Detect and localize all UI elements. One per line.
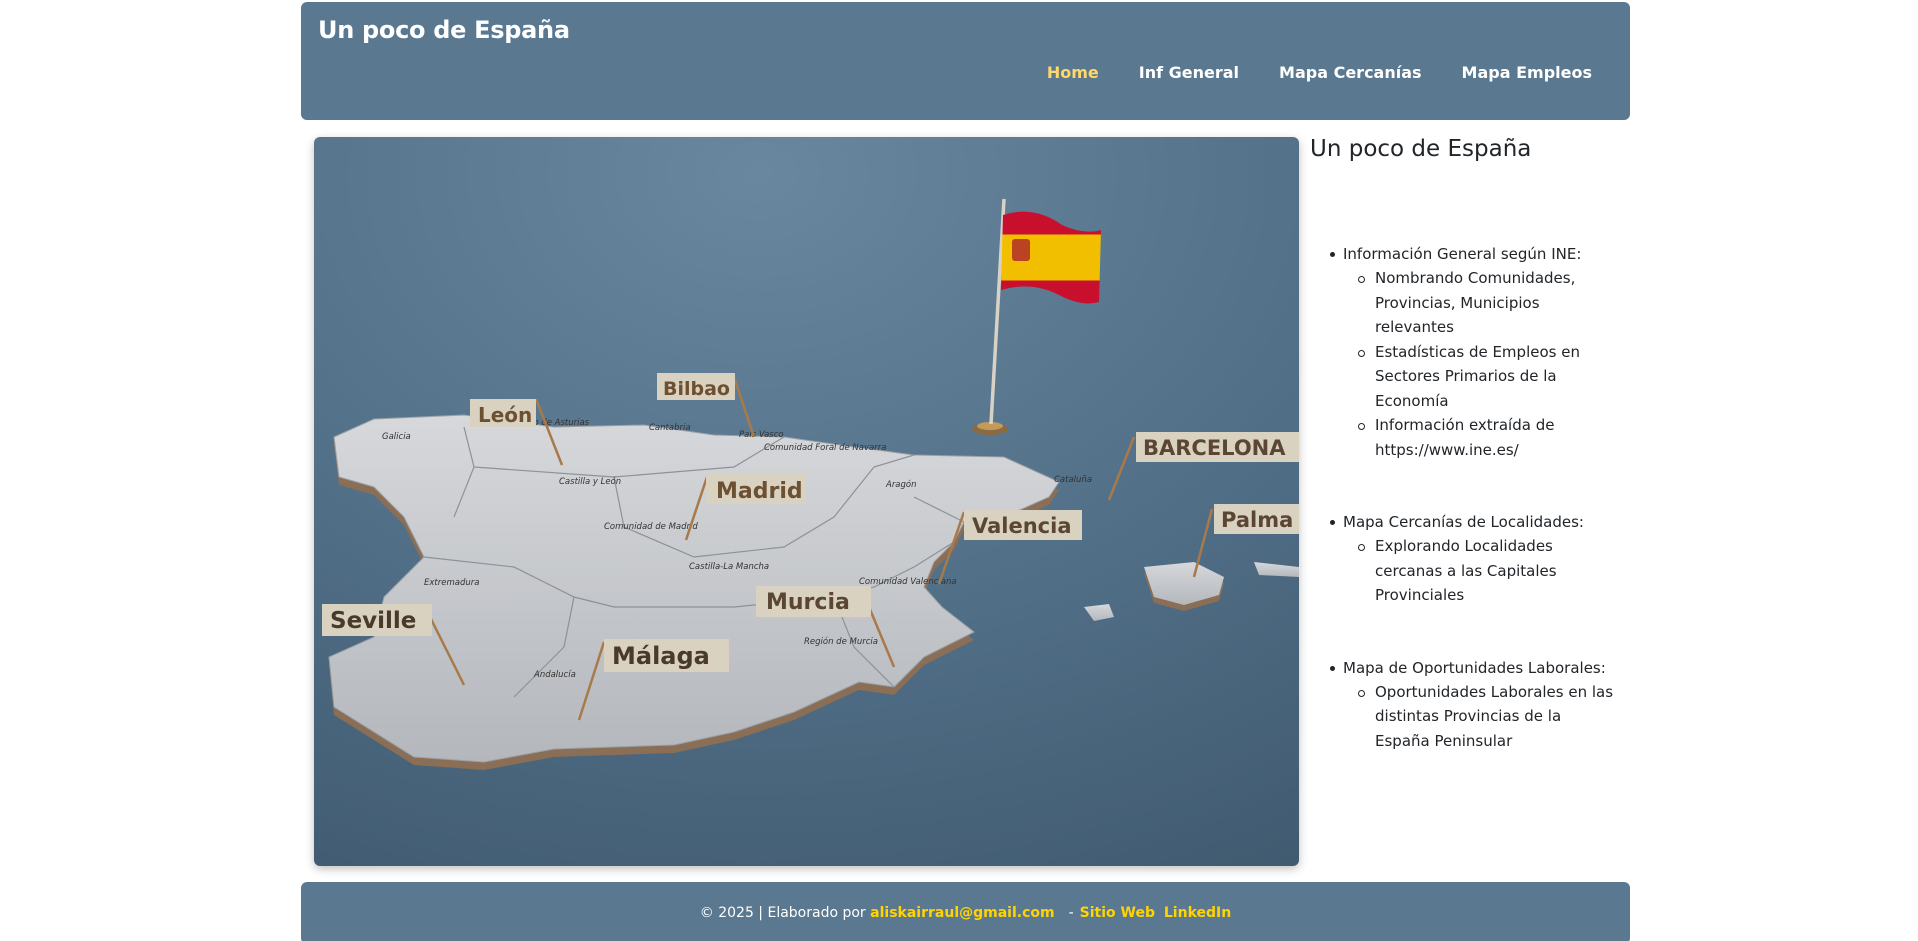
footer-website-link[interactable]: Sitio Web: [1080, 905, 1155, 921]
region-label-navarra: Comunidad Foral de Navarra: [764, 443, 886, 453]
city-label-madrid: Madrid: [716, 479, 803, 504]
topic-subitem: Estadísticas de Empleos en Sectores Prim…: [1327, 340, 1620, 414]
topic-informacion-general: Información General según INE: Nombrando…: [1327, 242, 1620, 462]
nav-inf-general[interactable]: Inf General: [1139, 63, 1239, 82]
footer-credit: © 2025 | Elaborado por: [699, 905, 866, 921]
site-brand[interactable]: Un poco de España: [318, 16, 570, 44]
topic-heading: Información General según INE:: [1327, 242, 1620, 266]
footer-linkedin-link[interactable]: LinkedIn: [1164, 905, 1231, 921]
city-label-malaga: Málaga: [612, 642, 710, 670]
region-label-pais-vasco: País Vasco: [739, 430, 784, 440]
topic-subitem: Oportunidades Laborales en las distintas…: [1327, 680, 1620, 754]
region-label-castilla-la-mancha: Castilla-La Mancha: [689, 562, 769, 572]
topic-subitem: Explorando Localidades cercanas a las Ca…: [1327, 534, 1620, 608]
topic-mapa-oportunidades: Mapa de Oportunidades Laborales: Oportun…: [1327, 656, 1620, 754]
nav-mapa-empleos[interactable]: Mapa Empleos: [1462, 63, 1592, 82]
city-label-leon: León: [478, 403, 532, 427]
region-label-extremadura: Extremadura: [424, 578, 479, 588]
city-label-barcelona: BARCELONA: [1143, 436, 1286, 460]
region-label-comunidad-de-madrid: Comunidad de Madrid: [604, 522, 698, 532]
region-label-castilla-y-leon: Castilla y León: [559, 476, 621, 487]
city-label-murcia: Murcia: [766, 590, 850, 615]
city-label-seville: Seville: [330, 608, 416, 634]
nav-home[interactable]: Home: [1047, 63, 1099, 82]
region-label-cantabria: Cantabria: [649, 423, 691, 433]
topic-heading: Mapa Cercanías de Localidades:: [1327, 510, 1620, 534]
region-label-galicia: Galicia: [382, 432, 411, 442]
spain-map-illustration: Galicia Castilla y León Comunidad de Mad…: [314, 137, 1299, 866]
region-label-cataluna: Cataluña: [1054, 475, 1092, 485]
city-label-palma: Palma: [1221, 508, 1293, 532]
main-nav: Home Inf General Mapa Cercanías Mapa Emp…: [1047, 63, 1592, 82]
city-label-valencia: Valencia: [972, 514, 1071, 538]
footer-email-link[interactable]: aliskairraul@gmail.com: [870, 905, 1054, 921]
nav-mapa-cercanias[interactable]: Mapa Cercanías: [1279, 63, 1422, 82]
flag-coat-of-arms: [1012, 239, 1030, 261]
top-navbar: Un poco de España Home Inf General Mapa …: [301, 2, 1630, 120]
topic-subitem: Nombrando Comunidades, Provincias, Munic…: [1327, 266, 1620, 340]
region-label-region-de-murcia: Región de Murcia: [804, 636, 878, 647]
topic-heading: Mapa de Oportunidades Laborales:: [1327, 656, 1620, 680]
region-label-aragon: Aragón: [885, 479, 917, 490]
topic-subitem: Información extraída de https://www.ine.…: [1327, 413, 1620, 462]
sidebar-summary: Un poco de España Información General se…: [1310, 136, 1620, 801]
page-footer: © 2025 | Elaborado por aliskairraul@gmai…: [301, 882, 1630, 941]
topic-mapa-cercanias: Mapa Cercanías de Localidades: Explorand…: [1327, 510, 1620, 608]
footer-separator: -: [1068, 905, 1074, 921]
city-label-bilbao: Bilbao: [663, 378, 730, 400]
sidebar-title: Un poco de España: [1310, 136, 1532, 162]
spain-map-image: Galicia Castilla y León Comunidad de Mad…: [314, 137, 1299, 866]
region-label-andalucia: Andalucía: [533, 670, 576, 680]
